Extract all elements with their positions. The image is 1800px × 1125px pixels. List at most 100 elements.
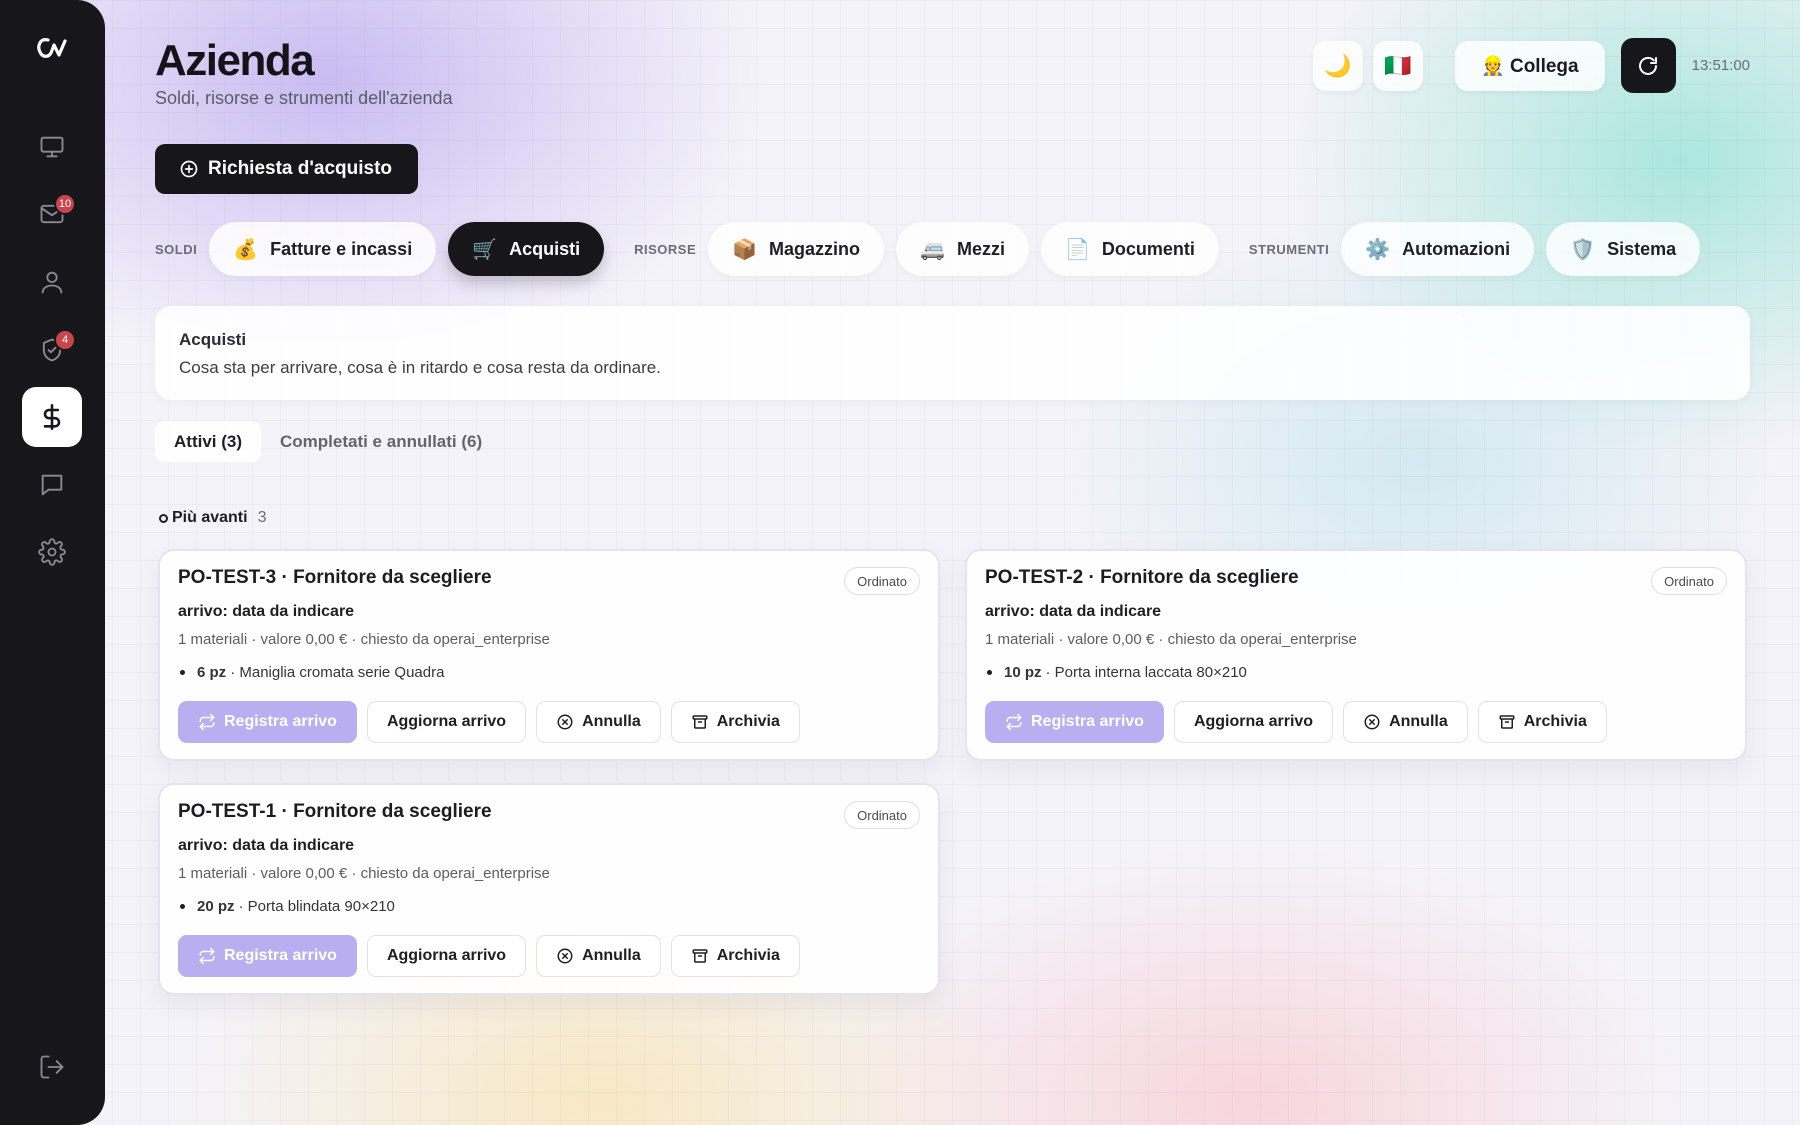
item-quantity: 20 pz — [197, 898, 235, 915]
cart-icon: 🛒 — [472, 238, 498, 261]
plus-circle-icon — [180, 160, 198, 178]
purchase-request-label: Richiesta d'acquisto — [208, 158, 393, 179]
refresh-button[interactable] — [1620, 38, 1676, 93]
group-label-strumenti: STRUMENTI — [1248, 241, 1330, 257]
status-badge: Ordinato — [1651, 567, 1727, 595]
tab-documenti[interactable]: 📄 Documenti — [1040, 222, 1219, 276]
bullet — [180, 904, 185, 909]
logout-icon[interactable] — [38, 1053, 66, 1081]
chat-icon — [41, 474, 63, 496]
van-icon: 🚐 — [920, 238, 945, 261]
sidebar-item-security[interactable]: 4 — [22, 320, 82, 380]
sidebar-item-people[interactable] — [22, 252, 82, 312]
tab-automazioni[interactable]: ⚙️ Automazioni — [1341, 222, 1535, 276]
order-arrival: arrivo: data da indicare — [985, 603, 1162, 620]
repeat-icon — [199, 713, 215, 731]
subtab-active[interactable]: Attivi (3) — [155, 421, 261, 462]
update-arrival-button[interactable]: Aggiorna arrivo — [366, 701, 527, 743]
section-info-title: Acquisti — [179, 330, 247, 349]
status-badge: Ordinato — [844, 801, 920, 829]
sidebar-item-mail[interactable]: 10 — [22, 184, 82, 244]
purchase-request-button[interactable]: Richiesta d'acquisto — [155, 144, 419, 194]
update-arrival-button[interactable]: Aggiorna arrivo — [1173, 701, 1334, 743]
tab-label: Documenti — [1101, 238, 1195, 259]
subtab-completed[interactable]: Completati e annullati (6) — [261, 421, 501, 462]
order-filter-tabs: Attivi (3) Completati e annullati (6) — [155, 421, 501, 462]
mail-badge: 10 — [54, 193, 76, 215]
archive-order-button[interactable]: Archivia — [670, 701, 800, 743]
clock: 13:51:00 — [1691, 57, 1750, 74]
tab-label: Sistema — [1607, 238, 1677, 259]
order-meta: 1 materiali · valore 0,00 € · chiesto da… — [178, 631, 550, 648]
tab-fatture[interactable]: 💰 Fatture e incassi — [209, 222, 437, 276]
sidebar-item-settings[interactable] — [22, 522, 82, 582]
sidebar-item-finance[interactable] — [22, 387, 82, 447]
refresh-icon — [1639, 56, 1658, 75]
gear-emoji-icon: ⚙️ — [1365, 238, 1391, 261]
cancel-order-button[interactable]: Annulla — [536, 935, 661, 977]
cancel-order-label: Annulla — [582, 947, 641, 964]
italy-flag-icon: 🇮🇹 — [1384, 52, 1412, 78]
bullet — [987, 670, 992, 675]
register-arrival-label: Registra arrivo — [224, 713, 337, 730]
moon-icon: 🌙 — [1324, 52, 1352, 78]
cancel-order-button[interactable]: Annulla — [1343, 701, 1468, 743]
section-info-card: Acquisti Cosa sta per arrivare, cosa è i… — [155, 306, 1750, 400]
register-arrival-button[interactable]: Registra arrivo — [178, 935, 357, 977]
monitor-icon — [40, 136, 64, 158]
archive-order-label: Archivia — [1523, 713, 1587, 730]
x-circle-icon — [1364, 714, 1380, 730]
gear-icon — [38, 538, 66, 566]
page-title: Azienda — [155, 36, 315, 85]
document-icon: 📄 — [1064, 238, 1090, 261]
register-arrival-label: Registra arrivo — [224, 947, 337, 964]
order-meta: 1 materiali · valore 0,00 € · chiesto da… — [178, 865, 550, 882]
group-header-label: Più avanti — [172, 509, 248, 526]
order-title: PO-TEST-2 · Fornitore da scegliere — [985, 567, 1299, 588]
item-description: · Maniglia cromata serie Quadra — [230, 664, 445, 681]
status-badge: Ordinato — [844, 567, 920, 595]
language-button[interactable]: 🇮🇹 — [1373, 40, 1424, 91]
cancel-order-button[interactable]: Annulla — [536, 701, 661, 743]
order-title: PO-TEST-1 · Fornitore da scegliere — [178, 801, 492, 822]
theme-toggle-button[interactable]: 🌙 — [1313, 40, 1364, 91]
register-arrival-button[interactable]: Registra arrivo — [985, 701, 1164, 743]
cancel-order-label: Annulla — [582, 713, 641, 730]
tab-magazzino[interactable]: 📦 Magazzino — [708, 222, 885, 276]
order-actions: Registra arrivo Aggiorna arrivo Annulla … — [985, 701, 1617, 743]
group-label-risorse: RISORSE — [634, 241, 697, 257]
archive-order-label: Archivia — [716, 947, 780, 964]
tab-label: Automazioni — [1402, 238, 1511, 259]
archive-order-button[interactable]: Archivia — [670, 935, 800, 977]
repeat-icon — [199, 947, 215, 965]
archive-icon — [1499, 715, 1515, 729]
sidebar-item-messages[interactable] — [22, 455, 82, 515]
register-arrival-label: Registra arrivo — [1031, 713, 1144, 730]
repeat-icon — [1006, 713, 1022, 731]
group-header-count: 3 — [257, 509, 267, 526]
app-logo[interactable] — [34, 34, 70, 64]
archive-order-button[interactable]: Archivia — [1477, 701, 1607, 743]
order-card: PO-TEST-1 · Fornitore da scegliere Ordin… — [158, 783, 940, 995]
security-badge: 4 — [54, 329, 76, 351]
tab-label: Mezzi — [956, 238, 1005, 259]
tab-label: Fatture e incassi — [270, 238, 413, 259]
tab-acquisti[interactable]: 🛒 Acquisti — [448, 222, 605, 276]
connect-button[interactable]: 👷 Collega — [1455, 40, 1605, 91]
tab-label: Acquisti — [509, 238, 581, 259]
register-arrival-button[interactable]: Registra arrivo — [178, 701, 357, 743]
update-arrival-button[interactable]: Aggiorna arrivo — [366, 935, 527, 977]
order-arrival: arrivo: data da indicare — [178, 603, 355, 620]
order-actions: Registra arrivo Aggiorna arrivo Annulla … — [178, 701, 810, 743]
tab-sistema[interactable]: 🛡️ Sistema — [1546, 222, 1701, 276]
group-header: Più avanti 3 — [159, 509, 266, 527]
cancel-order-label: Annulla — [1389, 713, 1448, 730]
tab-mezzi[interactable]: 🚐 Mezzi — [896, 222, 1029, 276]
item-description: · Porta interna laccata 80×210 — [1045, 664, 1247, 681]
tab-label: Magazzino — [769, 238, 861, 259]
item-quantity: 10 pz — [1004, 664, 1042, 681]
order-actions: Registra arrivo Aggiorna arrivo Annulla … — [178, 935, 810, 977]
bullet — [180, 670, 185, 675]
sidebar-item-dashboard[interactable] — [22, 117, 82, 177]
sidebar: 10 4 — [0, 0, 105, 1125]
